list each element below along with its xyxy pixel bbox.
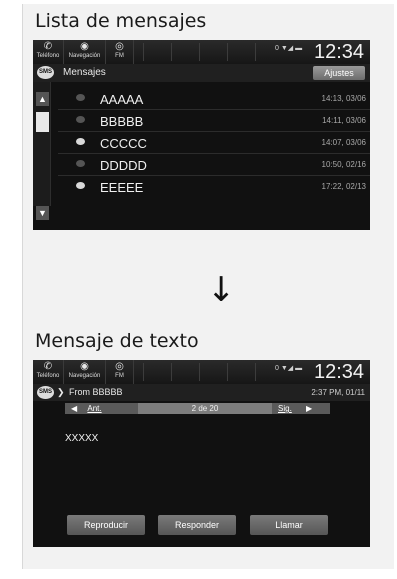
phone-label: Teléfono bbox=[36, 373, 60, 379]
message-time: 14:13, 03/06 bbox=[321, 94, 366, 103]
list-header: SMS Mensajes Ajustes bbox=[33, 64, 370, 82]
status-slot bbox=[227, 43, 255, 61]
next-button[interactable]: Sig. ▶ bbox=[272, 403, 330, 414]
clock: 12:34 bbox=[314, 41, 365, 63]
list-item[interactable]: EEEEE 17:22, 02/13 bbox=[58, 176, 370, 198]
settings-button[interactable]: Ajustes bbox=[313, 66, 365, 80]
status-slot bbox=[199, 43, 227, 61]
navigation-label: Navegación bbox=[68, 53, 101, 59]
phone-label: Teléfono bbox=[36, 53, 60, 59]
message-icon bbox=[76, 160, 85, 167]
compass-icon: ◉ bbox=[80, 361, 89, 372]
message-body: XXXXX bbox=[65, 433, 99, 444]
list-item[interactable]: CCCCC 14:07, 03/06 bbox=[58, 132, 370, 154]
signal-indicator: 0 ▼◢ ▬ bbox=[275, 365, 303, 372]
sms-icon: SMS bbox=[37, 386, 54, 399]
sender-name: EEEEE bbox=[100, 180, 144, 195]
status-bar: ✆ Teléfono ◉ Navegación ◎ FM 0 ▼◢ ▬ 12:3… bbox=[33, 40, 370, 64]
next-label: Sig. bbox=[278, 404, 292, 413]
section-title-message-list: Lista de mensajes bbox=[35, 10, 207, 32]
text-message-screen: ✆ Teléfono ◉ Navegación ◎ FM 0 ▼◢ ▬ 12:3… bbox=[33, 360, 370, 547]
audio-button[interactable]: ◎ FM bbox=[106, 40, 134, 64]
sender-name: AAAAA bbox=[100, 92, 144, 107]
message-sender: From BBBBB bbox=[69, 387, 123, 397]
message-icon bbox=[76, 116, 85, 123]
message-list-screen: ✆ Teléfono ◉ Navegación ◎ FM 0 ▼◢ ▬ 12:3… bbox=[33, 40, 370, 230]
clock: 12:34 bbox=[314, 361, 365, 383]
play-button[interactable]: Reproducir bbox=[67, 515, 145, 535]
phone-button[interactable]: ✆ Teléfono bbox=[33, 360, 64, 384]
audio-icon: ◎ bbox=[115, 361, 124, 372]
signal-indicator: 0 ▼◢ ▬ bbox=[275, 45, 303, 52]
status-slot bbox=[143, 363, 171, 381]
phone-icon: ✆ bbox=[43, 41, 53, 52]
previous-label: Ant. bbox=[87, 404, 102, 413]
list-item[interactable]: AAAAA 14:13, 03/06 bbox=[58, 88, 370, 110]
scroll-thumb[interactable] bbox=[36, 112, 49, 132]
previous-icon: ◀ bbox=[71, 404, 78, 413]
message-time: 2:37 PM, 01/11 bbox=[311, 388, 365, 397]
message-time: 14:11, 03/06 bbox=[322, 116, 366, 125]
section-title-text-message: Mensaje de texto bbox=[35, 330, 199, 352]
status-slot bbox=[199, 363, 227, 381]
message-icon bbox=[76, 94, 85, 101]
audio-label: FM bbox=[115, 53, 124, 59]
message-counter: 2 de 20 bbox=[191, 404, 219, 413]
message-header: SMS ❯ From BBBBB 2:37 PM, 01/11 bbox=[33, 384, 370, 401]
audio-button[interactable]: ◎ FM bbox=[106, 360, 134, 384]
status-slot bbox=[227, 363, 255, 381]
message-icon bbox=[76, 182, 85, 189]
scroll-up-icon[interactable]: ▲ bbox=[36, 92, 49, 106]
audio-label: FM bbox=[115, 373, 124, 379]
status-slot bbox=[171, 363, 199, 381]
message-time: 14:07, 03/06 bbox=[321, 138, 366, 147]
sender-name: CCCCC bbox=[100, 136, 147, 151]
status-slot bbox=[171, 43, 199, 61]
navigation-button[interactable]: ◉ Navegación bbox=[64, 360, 106, 384]
scrollbar[interactable]: ▲ ▼ bbox=[33, 82, 51, 220]
down-arrow-icon: ↓ bbox=[207, 270, 236, 310]
navigation-label: Navegación bbox=[68, 373, 101, 379]
list-item[interactable]: BBBBB 14:11, 03/06 bbox=[58, 110, 370, 132]
sms-icon: SMS bbox=[37, 66, 54, 79]
sender-name: DDDDD bbox=[100, 158, 147, 173]
reply-button[interactable]: Responder bbox=[158, 515, 236, 535]
navigation-button[interactable]: ◉ Navegación bbox=[64, 40, 106, 64]
phone-button[interactable]: ✆ Teléfono bbox=[33, 40, 64, 64]
message-time: 17:22, 02/13 bbox=[321, 182, 366, 191]
message-navigation: ◀ Ant. 2 de 20 Sig. ▶ bbox=[65, 403, 330, 414]
call-button[interactable]: Llamar bbox=[250, 515, 328, 535]
next-icon: ▶ bbox=[306, 404, 313, 413]
message-icon bbox=[76, 138, 85, 145]
compass-icon: ◉ bbox=[80, 41, 89, 52]
status-bar: ✆ Teléfono ◉ Navegación ◎ FM 0 ▼◢ ▬ 12:3… bbox=[33, 360, 370, 384]
chevron-right-icon: ❯ bbox=[57, 387, 65, 397]
sender-name: BBBBB bbox=[100, 114, 144, 129]
audio-icon: ◎ bbox=[115, 41, 124, 52]
list-item[interactable]: DDDDD 10:50, 02/16 bbox=[58, 154, 370, 176]
scroll-down-icon[interactable]: ▼ bbox=[36, 206, 49, 220]
header-title: Mensajes bbox=[63, 67, 106, 78]
previous-button[interactable]: ◀ Ant. bbox=[65, 403, 138, 414]
message-time: 10:50, 02/16 bbox=[321, 160, 366, 169]
status-slot bbox=[143, 43, 171, 61]
phone-icon: ✆ bbox=[43, 361, 53, 372]
